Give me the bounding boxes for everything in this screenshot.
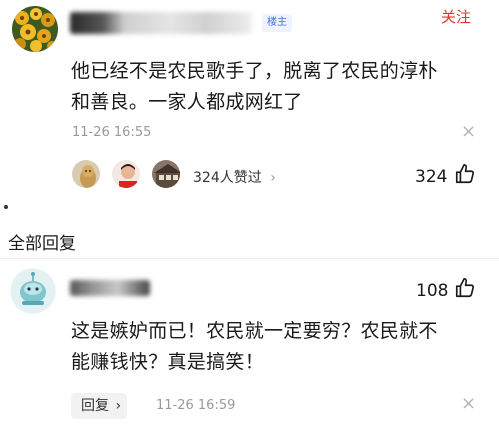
chevron-right-icon: › — [270, 170, 276, 186]
like-count: 108 — [416, 281, 449, 301]
likes-summary[interactable]: 324人赞过 › — [193, 167, 276, 187]
blurred-username[interactable] — [70, 12, 252, 34]
reply-button[interactable]: 回复 › — [71, 393, 127, 419]
reply-text-line1: 这是嫉妒而已！农民就一定要穷？农民就不 — [71, 320, 438, 342]
blurred-username[interactable] — [70, 280, 150, 296]
comment-text-line1: 他已经不是农民歌手了，脱离了农民的淳朴 — [71, 60, 438, 82]
reply-text-line2: 能赚钱快？真是搞笑！ — [71, 351, 265, 373]
reply-button-label: 回复 — [81, 398, 109, 414]
divider-dot — [4, 205, 8, 209]
like-count: 324 — [415, 167, 448, 187]
liker-avatar — [150, 158, 182, 190]
liker-avatar — [110, 158, 142, 190]
thumbs-up-icon[interactable] — [454, 277, 476, 303]
thumbs-up-icon[interactable] — [454, 163, 476, 189]
follow-button[interactable]: 关注 — [441, 6, 471, 27]
avatar[interactable] — [10, 268, 56, 314]
section-title: 全部回复 — [8, 234, 76, 254]
close-icon[interactable]: × — [461, 393, 476, 414]
divider — [0, 258, 499, 259]
comment-text-line2: 和善良。一家人都成网红了 — [71, 91, 303, 113]
reply-timestamp: 11-26 16:59 — [156, 398, 236, 413]
close-icon[interactable]: × — [461, 121, 476, 142]
likes-summary-label: 324人赞过 — [193, 170, 262, 186]
liker-avatar — [70, 158, 102, 190]
chevron-right-icon: › — [115, 398, 122, 414]
avatar[interactable] — [12, 6, 58, 52]
owner-badge: 楼主 — [262, 14, 292, 32]
comment-timestamp: 11-26 16:55 — [72, 125, 152, 140]
